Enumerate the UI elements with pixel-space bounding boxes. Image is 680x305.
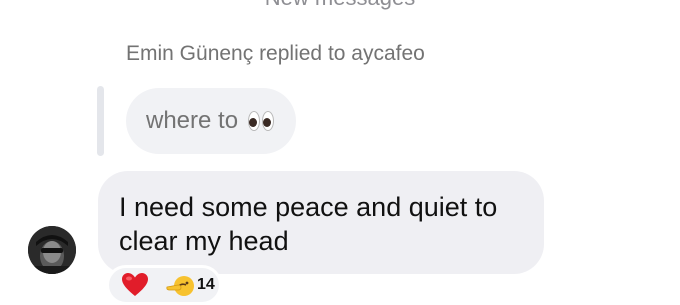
new-messages-divider: New messages (0, 0, 680, 10)
avatar[interactable] (28, 226, 76, 274)
quoted-message-bubble[interactable]: where to (126, 88, 297, 154)
reactions-pill[interactable]: 14 (106, 265, 222, 305)
shushing-face-emoji-icon (166, 276, 194, 296)
heart-emoji-icon (122, 273, 148, 296)
reply-context-label: Emin Günenç replied to aycafeo (126, 42, 425, 65)
message-bubble[interactable]: I need some peace and quiet to clear my … (98, 171, 544, 274)
eyes-emoji-icon (248, 111, 275, 131)
quoted-message-text: where to (146, 107, 239, 134)
quote-bar (97, 86, 104, 156)
message-thread: New messages Emin Günenç replied to ayca… (0, 0, 680, 305)
reaction-count: 14 (197, 276, 215, 293)
message-text: I need some peace and quiet to clear my … (119, 192, 498, 256)
